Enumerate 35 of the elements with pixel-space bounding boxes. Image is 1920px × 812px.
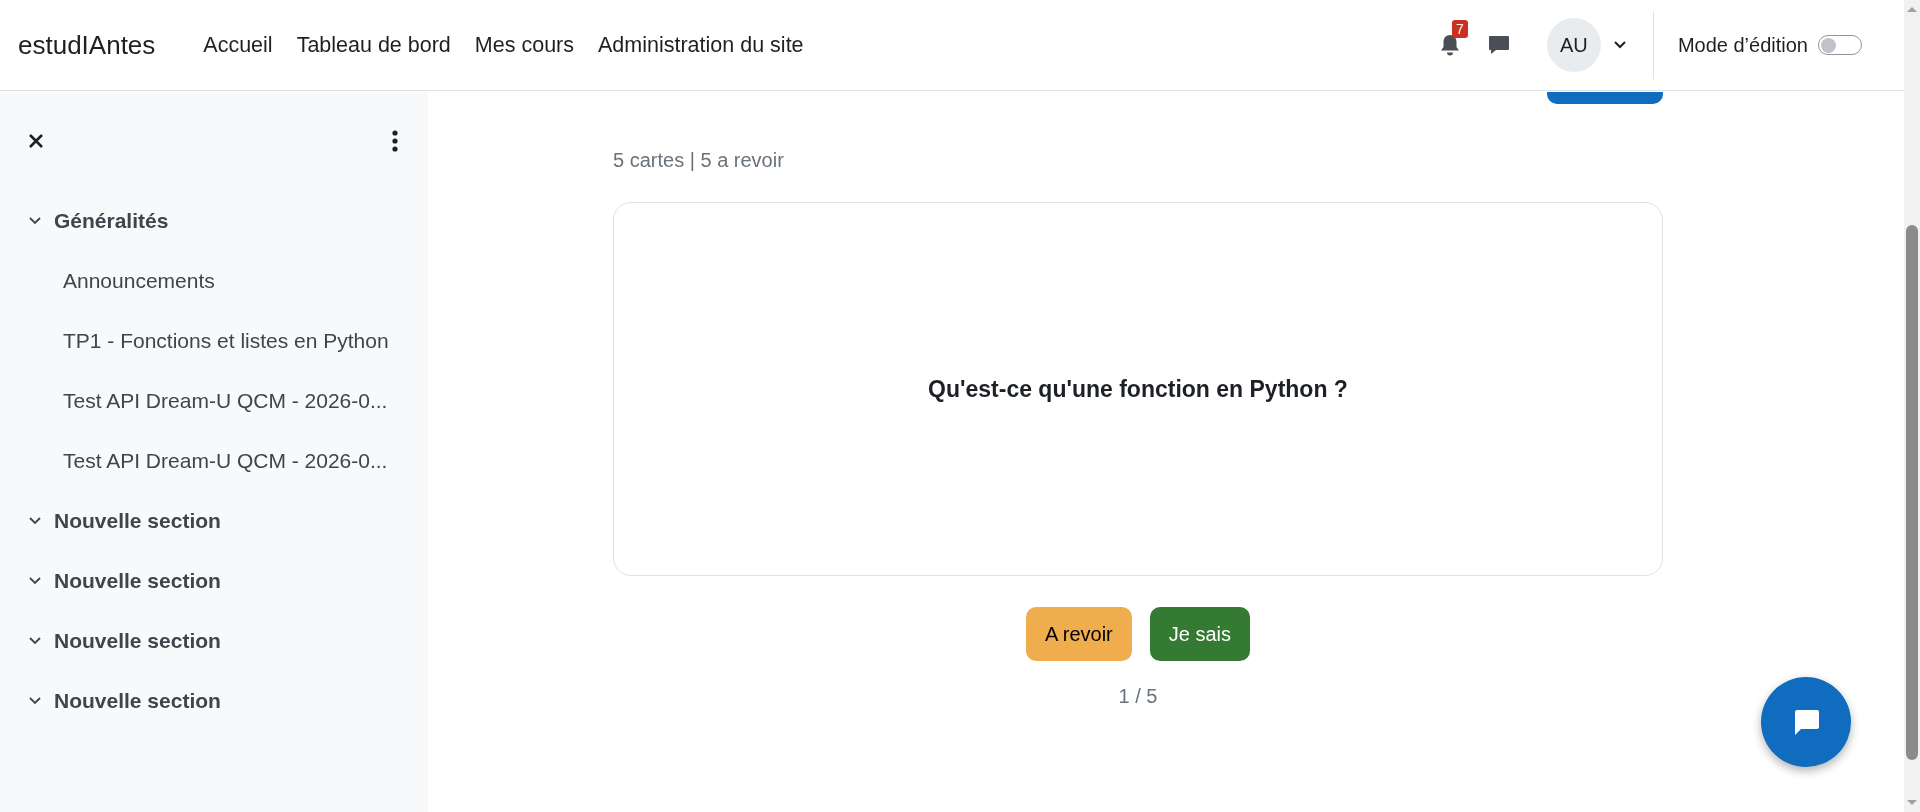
edit-mode-label: Mode d’édition xyxy=(1677,33,1808,57)
chevron-icon[interactable] xyxy=(28,516,42,526)
site-brand[interactable]: estudIAntes xyxy=(18,29,156,61)
section-title[interactable]: Généralités xyxy=(54,209,169,233)
chevron-icon[interactable] xyxy=(28,216,42,226)
nav-link[interactable]: Tableau de bord xyxy=(296,32,451,58)
bell-icon[interactable] xyxy=(1438,33,1461,57)
activity-link[interactable]: Test API Dream-U QCM - 2026-0... xyxy=(28,431,428,491)
chevron-icon[interactable] xyxy=(28,696,42,706)
chevron-icon[interactable] xyxy=(28,576,42,586)
user-avatar[interactable]: AU xyxy=(1546,18,1601,72)
card-stats: 5 cartes | 5 a revoir xyxy=(613,148,785,173)
caret-icon[interactable] xyxy=(1612,40,1627,50)
notification-badge: 7 xyxy=(1451,20,1468,38)
more-icon[interactable] xyxy=(392,130,398,152)
close-icon[interactable] xyxy=(28,133,44,149)
chat-button[interactable] xyxy=(1761,677,1851,767)
activity-link[interactable]: Test API Dream-U QCM - 2026-0... xyxy=(28,371,428,431)
section-title[interactable]: Nouvelle section xyxy=(54,629,221,653)
activity-link[interactable]: TP1 - Fonctions et listes en Python xyxy=(28,311,428,371)
section-title[interactable]: Nouvelle section xyxy=(54,509,221,533)
chevron-icon[interactable] xyxy=(28,636,42,646)
card-counter: 1 / 5 xyxy=(1117,685,1159,708)
nav-link[interactable]: Mes cours xyxy=(474,32,574,58)
section-title[interactable]: Nouvelle section xyxy=(54,569,221,593)
flashcard[interactable]: Qu'est-ce qu'une fonction en Python ? xyxy=(613,202,1663,576)
action-button[interactable] xyxy=(1547,92,1663,104)
known-button[interactable]: Je sais xyxy=(1149,607,1251,661)
nav-link[interactable]: Administration du site xyxy=(598,32,804,58)
card-question: Qu'est-ce qu'une fonction en Python ? xyxy=(928,375,1348,403)
message-icon[interactable] xyxy=(1486,33,1511,57)
review-button[interactable]: A revoir xyxy=(1025,607,1132,661)
nav-link[interactable]: Accueil xyxy=(203,32,273,58)
section-title[interactable]: Nouvelle section xyxy=(54,689,221,713)
activity-link[interactable]: Announcements xyxy=(28,251,428,311)
